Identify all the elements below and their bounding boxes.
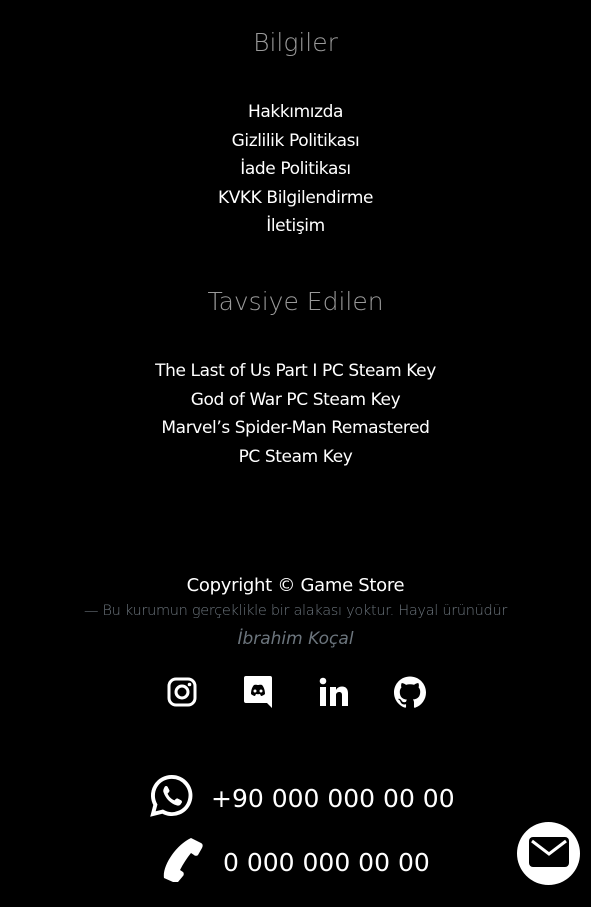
whatsapp-icon (150, 774, 193, 823)
link-spiderman-2[interactable]: PC Steam Key (0, 443, 591, 472)
link-about[interactable]: Hakkımızda (0, 98, 591, 127)
phone-contact[interactable]: 0 000 000 00 00 (160, 836, 430, 888)
github-icon[interactable] (393, 674, 426, 710)
disclaimer: — Bu kurumun gerçeklikle bir alakası yok… (83, 603, 508, 619)
author: İbrahim Koçal (237, 629, 354, 649)
instagram-icon[interactable] (166, 674, 198, 710)
linkedin-icon[interactable] (318, 674, 350, 710)
phone-icon (160, 836, 205, 888)
info-heading: Bilgiler (253, 28, 338, 57)
whatsapp-contact[interactable]: +90 000 000 00 00 (150, 774, 455, 823)
envelope-icon (528, 836, 569, 871)
link-contact[interactable]: İletişim (0, 212, 591, 241)
recommended-heading: Tavsiye Edilen (207, 287, 384, 316)
recommended-links: The Last of Us Part I PC Steam Key God o… (0, 357, 591, 471)
link-gow[interactable]: God of War PC Steam Key (0, 386, 591, 415)
link-privacy[interactable]: Gizlilik Politikası (0, 127, 591, 156)
link-refund[interactable]: İade Politikası (0, 155, 591, 184)
link-tlou[interactable]: The Last of Us Part I PC Steam Key (0, 357, 591, 386)
mail-button[interactable] (517, 822, 580, 885)
phone-number: 0 000 000 00 00 (223, 847, 430, 877)
whatsapp-number: +90 000 000 00 00 (211, 784, 455, 813)
link-spiderman[interactable]: Marvel’s Spider-Man Remastered (0, 414, 591, 443)
info-links: Hakkımızda Gizlilik Politikası İade Poli… (0, 98, 591, 241)
discord-icon[interactable] (242, 674, 274, 710)
link-kvkk[interactable]: KVKK Bilgilendirme (0, 184, 591, 213)
copyright: Copyright © Game Store (186, 575, 405, 596)
social-links (0, 674, 591, 710)
